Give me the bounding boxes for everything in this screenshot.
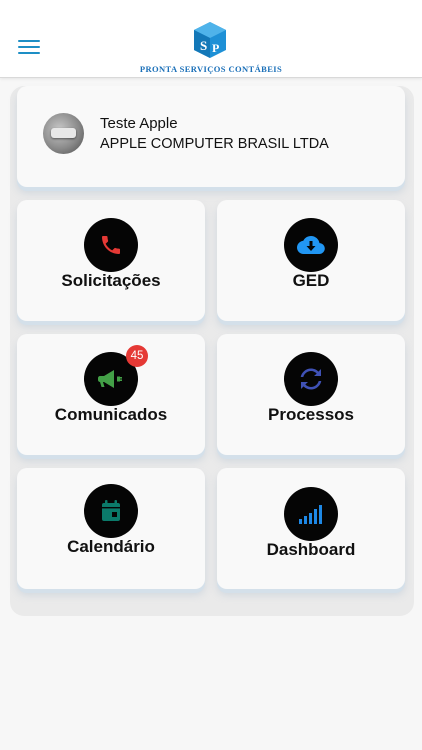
phone-icon bbox=[84, 218, 138, 272]
notification-badge: 45 bbox=[126, 345, 148, 367]
cloud-download-icon bbox=[284, 218, 338, 272]
refresh-icon bbox=[284, 352, 338, 406]
logo-icon: S P bbox=[194, 22, 226, 58]
hamburger-menu-icon[interactable] bbox=[18, 40, 40, 56]
tile-comunicados[interactable]: Comunicados bbox=[17, 334, 205, 455]
tile-label: Solicitações bbox=[61, 271, 161, 290]
tile-solicitacoes[interactable]: Solicitações bbox=[17, 200, 205, 321]
app-header: S P PRONTA SERVIÇOS CONTÁBEIS bbox=[0, 0, 422, 78]
tile-ged[interactable]: GED bbox=[217, 200, 405, 321]
tile-dashboard[interactable]: Dashboard bbox=[217, 468, 405, 589]
tile-label: Dashboard bbox=[266, 540, 356, 559]
svg-text:S: S bbox=[200, 38, 207, 53]
brand-text: PRONTA SERVIÇOS CONTÁBEIS bbox=[139, 64, 283, 74]
calendar-icon bbox=[84, 484, 138, 538]
signal-bars-icon bbox=[284, 487, 338, 541]
user-name: Teste Apple bbox=[100, 115, 178, 132]
avatar bbox=[43, 113, 84, 154]
user-company: APPLE COMPUTER BRASIL LTDA bbox=[100, 136, 329, 152]
tile-label: Comunicados bbox=[54, 405, 168, 424]
tile-label: Processos bbox=[268, 405, 354, 424]
tile-processos[interactable]: Processos bbox=[217, 334, 405, 455]
svg-text:P: P bbox=[212, 41, 219, 55]
tile-label: Calendário bbox=[67, 537, 155, 556]
tile-label: GED bbox=[292, 271, 330, 290]
tile-calendario[interactable]: Calendário bbox=[17, 468, 205, 589]
user-card[interactable]: Teste Apple APPLE COMPUTER BRASIL LTDA bbox=[17, 86, 405, 187]
